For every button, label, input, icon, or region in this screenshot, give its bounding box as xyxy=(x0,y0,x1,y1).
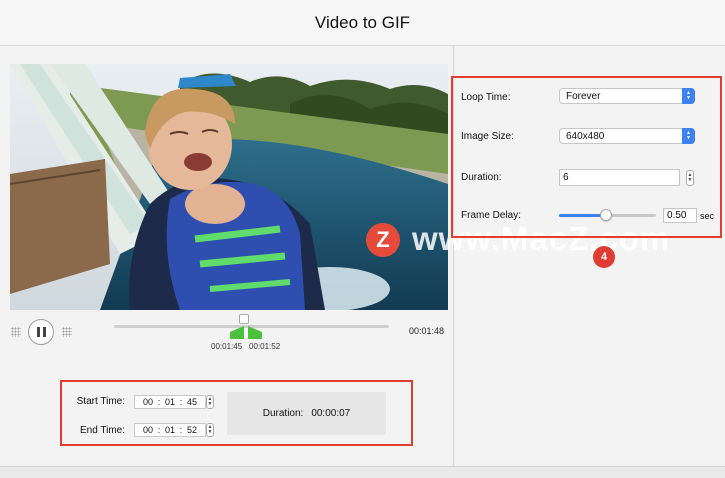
stepper-down-icon[interactable]: ▼ xyxy=(208,430,213,435)
stepper-down-icon[interactable]: ▼ xyxy=(208,402,213,407)
pause-icon xyxy=(36,327,40,337)
step-badge: 4 xyxy=(593,246,615,268)
gif-duration-stepper[interactable]: ▲ ▼ xyxy=(686,170,694,186)
start-marker-handle[interactable] xyxy=(230,326,244,339)
frame-delay-slider-fill xyxy=(559,214,606,217)
image-size-select[interactable]: 640x480 ▲ ▼ xyxy=(559,128,695,144)
window-title: Video to GIF xyxy=(314,12,411,32)
image-size-value: 640x480 xyxy=(566,130,605,142)
gif-duration-value: 6 xyxy=(563,172,569,183)
pause-button[interactable] xyxy=(28,319,54,345)
pause-icon-bar xyxy=(42,327,46,337)
start-time-stepper[interactable]: ▲ ▼ xyxy=(206,395,214,409)
loop-time-label: Loop Time: xyxy=(461,92,511,103)
start-time-label: Start Time: xyxy=(76,396,125,407)
popup-arrows-icon: ▲ ▼ xyxy=(682,128,695,144)
grip-handle-right[interactable] xyxy=(62,327,72,337)
end-marker-handle[interactable] xyxy=(248,326,262,339)
duration-label: Duration: xyxy=(262,408,304,419)
timeline-playhead[interactable] xyxy=(239,314,249,324)
gif-duration-label: Duration: xyxy=(461,172,502,183)
end-time-hours[interactable]: 00 xyxy=(140,425,156,435)
image-size-label: Image Size: xyxy=(461,131,514,142)
start-time-minutes[interactable]: 01 xyxy=(162,397,178,407)
start-time-hours[interactable]: 00 xyxy=(140,397,156,407)
start-time-seconds[interactable]: 45 xyxy=(184,397,200,407)
end-time-stepper[interactable]: ▲ ▼ xyxy=(206,423,214,437)
bottom-bar xyxy=(0,466,725,478)
popup-arrows-icon: ▲ ▼ xyxy=(682,88,695,104)
frame-delay-input[interactable]: 0.50 xyxy=(663,208,697,223)
end-time-seconds[interactable]: 52 xyxy=(184,425,200,435)
window-titlebar: Video to GIF xyxy=(0,0,725,46)
frame-delay-slider-knob[interactable] xyxy=(599,209,612,221)
frame-delay-value: 0.50 xyxy=(667,210,687,221)
watermark-logo: Z xyxy=(366,223,400,257)
stepper-down-icon[interactable]: ▼ xyxy=(688,178,693,183)
end-time-label: End Time: xyxy=(79,425,125,436)
duration-value: 00:00:07 xyxy=(311,408,351,419)
loop-time-value: Forever xyxy=(566,90,601,102)
frame-delay-unit: sec xyxy=(700,211,715,221)
gif-duration-input[interactable]: 6 xyxy=(559,169,680,186)
end-time-minutes[interactable]: 01 xyxy=(162,425,178,435)
video-preview[interactable] xyxy=(10,64,448,310)
grip-handle-left[interactable] xyxy=(11,327,21,337)
end-time-field[interactable]: 00 : 01 : 52 xyxy=(134,423,206,437)
loop-time-select[interactable]: Forever ▲ ▼ xyxy=(559,88,695,104)
end-marker-time: 00:01:52 xyxy=(249,342,281,351)
total-time: 00:01:48 xyxy=(409,326,445,336)
video-frame-image xyxy=(10,64,448,310)
watermark-logo-letter: Z xyxy=(376,227,390,252)
frame-delay-label: Frame Delay: xyxy=(461,210,522,221)
start-time-field[interactable]: 00 : 01 : 45 xyxy=(134,395,206,409)
step-badge-number: 4 xyxy=(600,251,608,263)
duration-display: Duration: 00:00:07 xyxy=(227,392,386,435)
start-marker-time: 00:01:45 xyxy=(211,342,243,351)
